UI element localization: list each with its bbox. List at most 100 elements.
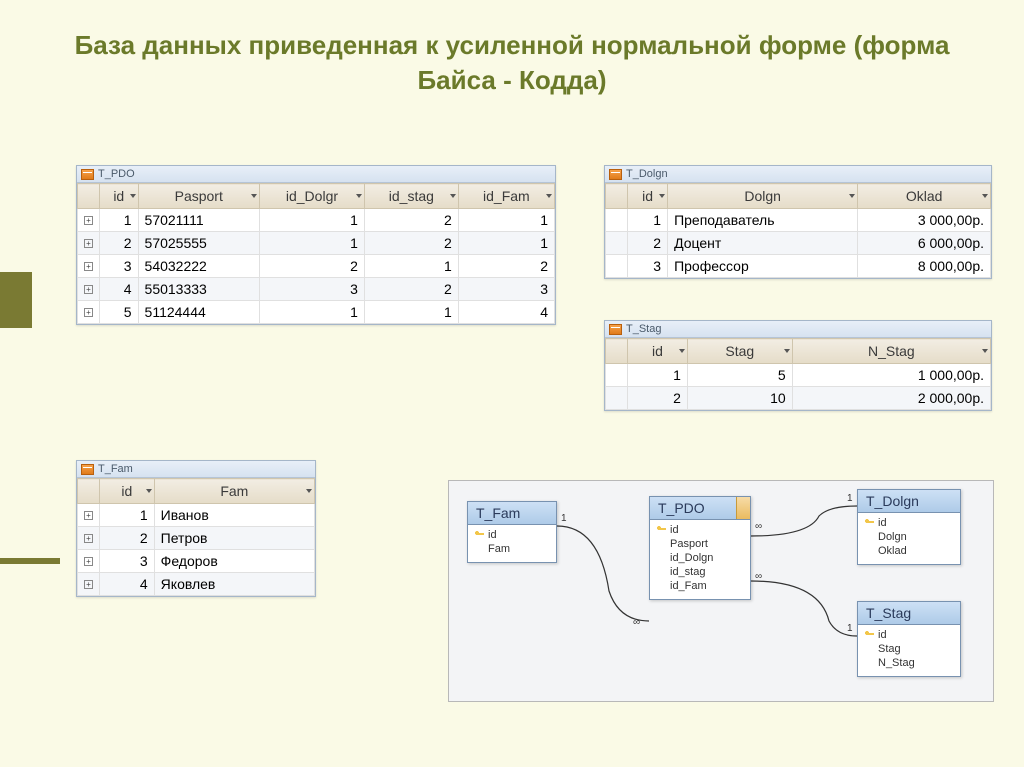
data-table-dolgn[interactable]: id Dolgn Oklad 1Преподаватель3 000,00р. … (605, 183, 991, 278)
table-icon (81, 169, 94, 180)
field: Oklad (864, 544, 954, 558)
expand-icon[interactable]: + (84, 262, 93, 271)
column-header[interactable]: Stag (687, 339, 792, 364)
table-window-dolgn: T_Dolgn id Dolgn Oklad 1Преподаватель3 0… (604, 165, 992, 279)
field-key: id (864, 516, 954, 530)
column-header[interactable]: id_stag (364, 184, 458, 209)
chevron-down-icon[interactable] (659, 194, 665, 198)
table-row[interactable]: +455013333323 (78, 278, 555, 301)
field-list: id Fam (468, 525, 556, 562)
data-table-fam[interactable]: id Fam +1Иванов +2Петров +3Федоров +4Яко… (77, 478, 315, 596)
field: N_Stag (864, 656, 954, 670)
page-title: База данных приведенная к усиленной норм… (0, 0, 1024, 108)
cardinality-many: ∞ (633, 617, 640, 628)
cardinality-many: ∞ (755, 571, 762, 582)
relationship-diagram: 1 ∞ ∞ 1 ∞ 1 T_Fam id Fam T_PDO id Paspor… (448, 480, 994, 702)
diagram-box-pdo[interactable]: T_PDO id Pasport id_Dolgn id_stag id_Fam (649, 496, 751, 600)
field: Pasport (656, 537, 744, 551)
field: Dolgn (864, 530, 954, 544)
table-corner[interactable] (78, 184, 100, 209)
table-icon (609, 169, 622, 180)
chevron-down-icon[interactable] (450, 194, 456, 198)
expand-icon[interactable]: + (84, 308, 93, 317)
window-title-bar[interactable]: T_Dolgn (605, 166, 991, 183)
diagram-box-title: T_PDO (650, 497, 750, 520)
chevron-down-icon[interactable] (982, 349, 988, 353)
data-table-pdo[interactable]: id Pasport id_Dolgr id_stag id_Fam +1570… (77, 183, 555, 324)
window-title: T_PDO (98, 168, 135, 180)
cardinality-one: 1 (561, 513, 567, 524)
chevron-down-icon[interactable] (251, 194, 257, 198)
expand-icon[interactable]: + (84, 216, 93, 225)
window-title: T_Dolgn (626, 168, 668, 180)
column-header[interactable]: id (100, 479, 155, 504)
field: id_stag (656, 565, 744, 579)
column-header[interactable]: N_Stag (792, 339, 990, 364)
table-row[interactable]: 2Доцент6 000,00р. (606, 232, 991, 255)
window-title-bar[interactable]: T_PDO (77, 166, 555, 183)
sidebar-accent (0, 272, 32, 328)
window-title-bar[interactable]: T_Fam (77, 461, 315, 478)
diagram-box-stag[interactable]: T_Stag id Stag N_Stag (857, 601, 961, 677)
expand-icon[interactable]: + (84, 511, 93, 520)
table-corner[interactable] (78, 479, 100, 504)
chevron-down-icon[interactable] (784, 349, 790, 353)
column-header[interactable]: id_Dolgr (259, 184, 364, 209)
chevron-down-icon[interactable] (146, 489, 152, 493)
table-row[interactable]: +4Яковлев (78, 573, 315, 596)
expand-icon[interactable]: + (84, 239, 93, 248)
diagram-box-title: T_Stag (858, 602, 960, 625)
table-icon (609, 324, 622, 335)
table-window-pdo: T_PDO id Pasport id_Dolgr id_stag id_Fam… (76, 165, 556, 325)
field: id_Fam (656, 579, 744, 593)
column-header[interactable]: Oklad (858, 184, 991, 209)
column-header[interactable]: Dolgn (668, 184, 858, 209)
field-key: id (864, 628, 954, 642)
table-row[interactable]: +551124444114 (78, 301, 555, 324)
diagram-box-dolgn[interactable]: T_Dolgn id Dolgn Oklad (857, 489, 961, 565)
table-window-fam: T_Fam id Fam +1Иванов +2Петров +3Федоров… (76, 460, 316, 597)
window-title: T_Stag (626, 323, 661, 335)
table-row[interactable]: 3Профессор8 000,00р. (606, 255, 991, 278)
chevron-down-icon[interactable] (849, 194, 855, 198)
chevron-down-icon[interactable] (679, 349, 685, 353)
table-corner[interactable] (606, 339, 628, 364)
table-row[interactable]: 2102 000,00р. (606, 387, 991, 410)
sidebar-line (0, 558, 60, 564)
field-list: id Dolgn Oklad (858, 513, 960, 564)
table-corner[interactable] (606, 184, 628, 209)
field-key: id (656, 523, 744, 537)
expand-icon[interactable]: + (84, 534, 93, 543)
window-title-bar[interactable]: T_Stag (605, 321, 991, 338)
column-header[interactable]: Fam (154, 479, 314, 504)
field: Fam (474, 542, 550, 556)
window-title: T_Fam (98, 463, 133, 475)
column-header[interactable]: Pasport (138, 184, 259, 209)
expand-icon[interactable]: + (84, 557, 93, 566)
data-table-stag[interactable]: id Stag N_Stag 151 000,00р. 2102 000,00р… (605, 338, 991, 410)
column-header[interactable]: id_Fam (458, 184, 554, 209)
field: id_Dolgn (656, 551, 744, 565)
table-row[interactable]: +354032222212 (78, 255, 555, 278)
table-row[interactable]: +1Иванов (78, 504, 315, 527)
cardinality-one: 1 (847, 623, 853, 634)
expand-icon[interactable]: + (84, 285, 93, 294)
table-row[interactable]: 151 000,00р. (606, 364, 991, 387)
table-row[interactable]: +257025555121 (78, 232, 555, 255)
chevron-down-icon[interactable] (306, 489, 312, 493)
chevron-down-icon[interactable] (356, 194, 362, 198)
chevron-down-icon[interactable] (546, 194, 552, 198)
table-row[interactable]: 1Преподаватель3 000,00р. (606, 209, 991, 232)
column-header[interactable]: id (100, 184, 139, 209)
expand-icon[interactable]: + (84, 580, 93, 589)
table-row[interactable]: +2Петров (78, 527, 315, 550)
chevron-down-icon[interactable] (130, 194, 136, 198)
scroll-handle[interactable] (736, 497, 750, 519)
field-list: id Stag N_Stag (858, 625, 960, 676)
chevron-down-icon[interactable] (982, 194, 988, 198)
diagram-box-fam[interactable]: T_Fam id Fam (467, 501, 557, 563)
table-row[interactable]: +3Федоров (78, 550, 315, 573)
column-header[interactable]: id (628, 184, 668, 209)
column-header[interactable]: id (628, 339, 688, 364)
table-row[interactable]: +157021111121 (78, 209, 555, 232)
